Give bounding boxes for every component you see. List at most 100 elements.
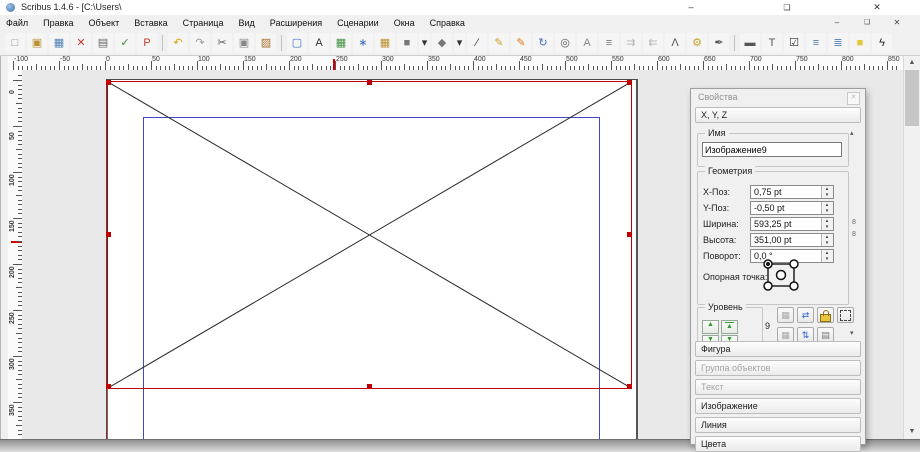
restore-button[interactable]: ❏ — [772, 0, 802, 15]
width-spinner[interactable]: ▴▾ — [821, 218, 833, 230]
polygon-dropdown-button[interactable]: ▾ — [454, 33, 465, 53]
x-pos-field[interactable]: 0,75 pt▴▾ — [750, 185, 834, 199]
rotate-item-button[interactable]: ↻ — [533, 33, 553, 53]
selection-handle[interactable] — [367, 384, 372, 389]
menu-Файл[interactable]: Файл — [6, 18, 28, 28]
preflight-verifier-button[interactable]: ✓ — [115, 33, 135, 53]
section-Группа объектов[interactable]: Группа объектов — [695, 360, 861, 376]
lock-size-button[interactable] — [837, 307, 854, 323]
y-pos-spinner[interactable]: ▴▾ — [821, 202, 833, 214]
raise-button[interactable]: ▲ — [702, 320, 719, 334]
page[interactable] — [106, 79, 638, 439]
pdf-text-field-button[interactable]: T — [762, 33, 782, 53]
y-pos-spin-down-icon[interactable]: ▾ — [822, 208, 832, 214]
menu-Страница[interactable]: Страница — [183, 18, 224, 28]
flip-horizontal-button[interactable]: ⇄ — [797, 307, 814, 323]
copy-button[interactable]: ▣ — [234, 33, 254, 53]
mdi-minimize-button[interactable]: – — [826, 16, 848, 29]
scrollbar-thumb[interactable] — [905, 70, 919, 126]
minimize-button[interactable]: – — [676, 0, 706, 15]
insert-table-button[interactable]: ▦ — [375, 33, 395, 53]
unlink-text-frames-button[interactable]: ⇇ — [643, 33, 663, 53]
measurements-button[interactable]: Λ — [665, 33, 685, 53]
insert-line-button[interactable]: ∕ — [467, 33, 487, 53]
cut-button[interactable]: ✂ — [212, 33, 232, 53]
zoom-tool-button[interactable]: ◎ — [555, 33, 575, 53]
basepoint-selector[interactable] — [762, 258, 800, 292]
section-Изображение[interactable]: Изображение — [695, 398, 861, 414]
eye-dropper-button[interactable]: ✒ — [709, 33, 729, 53]
insert-polygon-button[interactable]: ◆ — [432, 33, 452, 53]
panel-scroll-up-icon[interactable]: ▴ — [850, 129, 854, 137]
redo-button[interactable]: ↷ — [190, 33, 210, 53]
panel-close-button[interactable]: ✕ — [847, 92, 860, 105]
insert-shape-button[interactable]: ■ — [397, 33, 417, 53]
insert-freehand-button[interactable]: ✎ — [511, 33, 531, 53]
lock-object-button[interactable] — [817, 307, 834, 323]
link-text-frames-button[interactable]: ⇉ — [621, 33, 641, 53]
mdi-restore-button[interactable]: ❏ — [856, 16, 878, 29]
height-field[interactable]: 351,00 pt▴▾ — [750, 233, 834, 247]
section-Линия[interactable]: Линия — [695, 417, 861, 433]
scroll-up-icon[interactable]: ▲ — [904, 56, 920, 70]
selection-handle[interactable] — [106, 232, 111, 237]
link-annotation-button[interactable]: ϟ — [872, 33, 892, 53]
rotation-spinner[interactable]: ▴▾ — [821, 250, 833, 262]
copy-properties-button[interactable]: ⚙ — [687, 33, 707, 53]
menu-Справка[interactable]: Справка — [430, 18, 465, 28]
select-item-button[interactable]: ▢ — [287, 33, 307, 53]
pdf-push-button-button[interactable]: ▬ — [740, 33, 760, 53]
text-annotation-button[interactable]: ■ — [850, 33, 870, 53]
width-spin-down-icon[interactable]: ▾ — [822, 224, 832, 230]
vertical-scrollbar[interactable]: ▲ ▼ — [903, 56, 920, 439]
section-Цвета[interactable]: Цвета — [695, 436, 861, 452]
horizontal-ruler[interactable]: -100-50050100150200250300350400450500550… — [8, 56, 903, 71]
undo-button[interactable]: ↶ — [168, 33, 188, 53]
menu-Сценарии[interactable]: Сценарии — [337, 18, 379, 28]
close-button[interactable]: ✕ — [862, 0, 892, 15]
menu-Объект[interactable]: Объект — [89, 18, 120, 28]
panel-scroll-down-icon[interactable]: ▾ — [850, 329, 854, 337]
close-document-button[interactable]: ✕ — [71, 33, 91, 53]
selection-handle[interactable] — [627, 232, 632, 237]
open-document-button[interactable]: ▣ — [27, 33, 47, 53]
mdi-close-button[interactable]: ✕ — [886, 16, 908, 29]
chain-link-icon[interactable]: 8 — [852, 219, 856, 226]
insert-text-frame-button[interactable]: A — [309, 33, 329, 53]
pdf-combo-box-button[interactable]: ≡ — [806, 33, 826, 53]
new-document-button[interactable]: □ — [5, 33, 25, 53]
edit-contents-button[interactable]: A — [577, 33, 597, 53]
y-pos-field[interactable]: -0,50 pt▴▾ — [750, 201, 834, 215]
insert-image-frame-button[interactable]: ▦ — [331, 33, 351, 53]
x-pos-spinner[interactable]: ▴▾ — [821, 186, 833, 198]
section-Текст[interactable]: Текст — [695, 379, 861, 395]
menu-Окна[interactable]: Окна — [394, 18, 415, 28]
chain-link-icon[interactable]: 8 — [852, 231, 856, 238]
x-pos-spin-down-icon[interactable]: ▾ — [822, 192, 832, 198]
export-pdf-button[interactable]: P — [137, 33, 157, 53]
raise-to-top-button[interactable]: ▲ — [721, 320, 738, 334]
pdf-check-box-button[interactable]: ☑ — [784, 33, 804, 53]
selection-handle[interactable] — [627, 80, 632, 85]
image-frame[interactable] — [107, 81, 632, 389]
scroll-down-icon[interactable]: ▼ — [904, 425, 920, 439]
selection-handle[interactable] — [106, 80, 111, 85]
menu-Расширения[interactable]: Расширения — [270, 18, 322, 28]
shape-dropdown-button[interactable]: ▾ — [419, 33, 430, 53]
section-Фигура[interactable]: Фигура — [695, 341, 861, 357]
frame-name-input[interactable] — [702, 142, 842, 157]
menu-Правка[interactable]: Правка — [43, 18, 73, 28]
story-editor-button[interactable]: ≡ — [599, 33, 619, 53]
selection-handle[interactable] — [627, 384, 632, 389]
width-field[interactable]: 593,25 pt▴▾ — [750, 217, 834, 231]
insert-render-frame-button[interactable]: ∗ — [353, 33, 373, 53]
menu-Вид[interactable]: Вид — [238, 18, 254, 28]
flip-horizontal-image-button[interactable]: ▦ — [777, 307, 794, 323]
pdf-list-box-button[interactable]: ≣ — [828, 33, 848, 53]
height-spinner[interactable]: ▴▾ — [821, 234, 833, 246]
insert-bezier-button[interactable]: ✎ — [489, 33, 509, 53]
height-spin-down-icon[interactable]: ▾ — [822, 240, 832, 246]
paste-button[interactable]: ▨ — [256, 33, 276, 53]
rotation-spin-down-icon[interactable]: ▾ — [822, 256, 832, 262]
print-document-button[interactable]: ▤ — [93, 33, 113, 53]
